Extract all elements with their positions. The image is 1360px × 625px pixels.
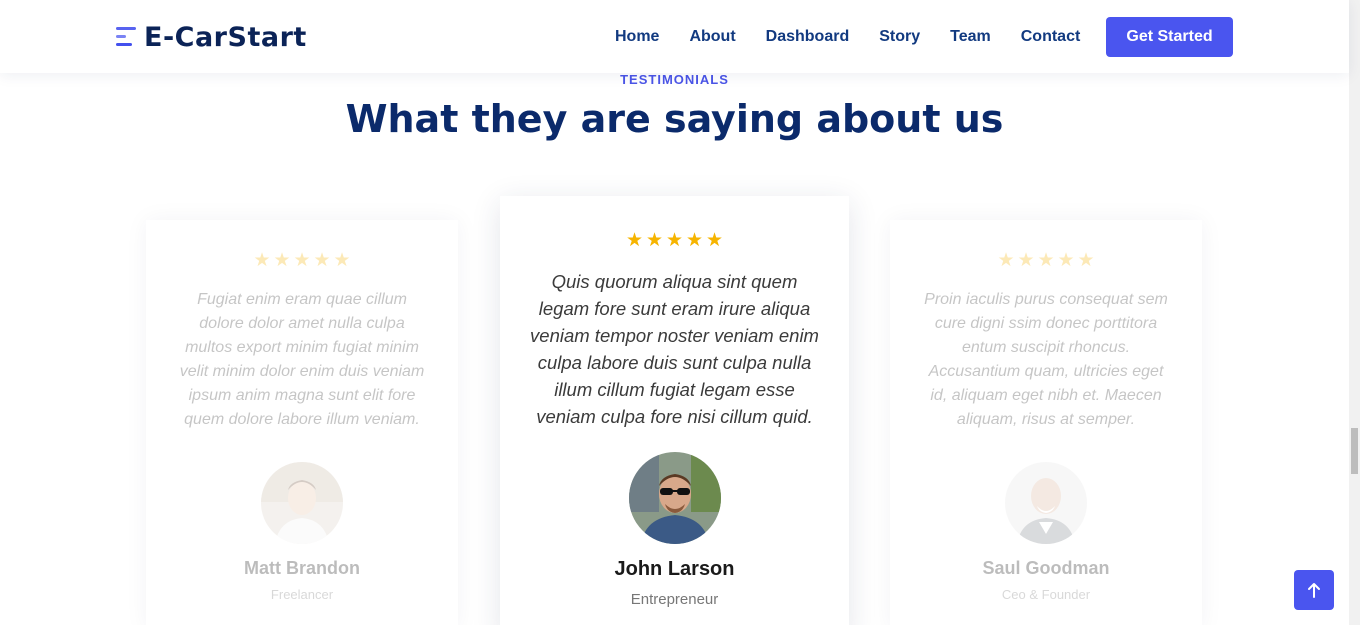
nav-dashboard[interactable]: Dashboard xyxy=(766,28,850,46)
star-icon: ★ xyxy=(333,250,351,271)
testimonial-card-left[interactable]: ★ ★ ★ ★ ★ Fugiat enim eram quae cillum dolor… xyxy=(146,220,458,625)
nav-about[interactable]: About xyxy=(689,28,735,46)
scroll-to-top-button[interactable] xyxy=(1294,570,1334,610)
testimonial-role: Ceo & Founder xyxy=(1001,587,1091,602)
star-icon: ★ xyxy=(997,250,1015,271)
star-icon: ★ xyxy=(705,230,724,251)
nav-contact[interactable]: Contact xyxy=(1021,28,1081,46)
nav-home[interactable]: Home xyxy=(615,28,659,46)
nav-story[interactable]: Story xyxy=(879,28,920,46)
section-title: What they are saying about us xyxy=(345,97,1004,141)
nav-team[interactable]: Team xyxy=(950,28,991,46)
main-nav: Home About Dashboard Story Team Contact xyxy=(600,0,1095,73)
logo-text: E-CarStart xyxy=(144,21,307,53)
avatar xyxy=(1005,462,1087,544)
testimonial-card-right[interactable]: ★ ★ ★ ★ ★ Proin iaculis purus consequat sem … xyxy=(890,220,1202,625)
star-icon: ★ xyxy=(685,230,704,251)
star-icon: ★ xyxy=(625,230,644,251)
testimonial-quote: Fugiat enim eram quae cillum dolore dolo… xyxy=(179,291,425,428)
testimonial-name: John Larson xyxy=(614,558,735,580)
logo[interactable]: E-CarStart xyxy=(116,20,307,54)
star-icon: ★ xyxy=(1037,250,1055,271)
section-eyebrow: TESTIMONIALS xyxy=(620,72,729,87)
testimonial-name: Saul Goodman xyxy=(982,558,1110,578)
page: E-CarStart Home About Dashboard Story Te… xyxy=(0,0,1360,625)
rating-stars: ★ ★ ★ ★ ★ xyxy=(890,250,1202,271)
star-icon: ★ xyxy=(253,250,271,271)
arrow-up-icon xyxy=(1308,583,1320,598)
page-scrollbar[interactable] xyxy=(1349,0,1360,625)
avatar xyxy=(261,462,343,544)
star-icon: ★ xyxy=(1057,250,1075,271)
star-icon: ★ xyxy=(293,250,311,271)
star-icon: ★ xyxy=(1077,250,1095,271)
rating-stars: ★ ★ ★ ★ ★ xyxy=(146,250,458,271)
testimonial-name: Matt Brandon xyxy=(244,558,360,578)
testimonial-role: Entrepreneur xyxy=(630,591,719,608)
site-header: E-CarStart Home About Dashboard Story Te… xyxy=(0,0,1349,73)
scrollbar-thumb[interactable] xyxy=(1351,428,1358,474)
star-icon: ★ xyxy=(1017,250,1035,271)
testimonial-quote: Quis quorum aliqua sint quem legam fore … xyxy=(530,271,819,427)
get-started-button[interactable]: Get Started xyxy=(1106,17,1233,57)
star-icon: ★ xyxy=(273,250,291,271)
testimonial-quote: Proin iaculis purus consequat sem cure d… xyxy=(924,291,1168,428)
logo-icon xyxy=(116,24,138,50)
testimonial-card-center[interactable]: ★ ★ ★ ★ ★ Quis quorum aliqua sint quem legam… xyxy=(500,196,849,625)
rating-stars: ★ ★ ★ ★ ★ xyxy=(500,230,849,251)
avatar xyxy=(628,452,721,544)
star-icon: ★ xyxy=(645,230,664,251)
star-icon: ★ xyxy=(665,230,684,251)
testimonial-role: Freelancer xyxy=(270,587,334,602)
star-icon: ★ xyxy=(313,250,331,271)
